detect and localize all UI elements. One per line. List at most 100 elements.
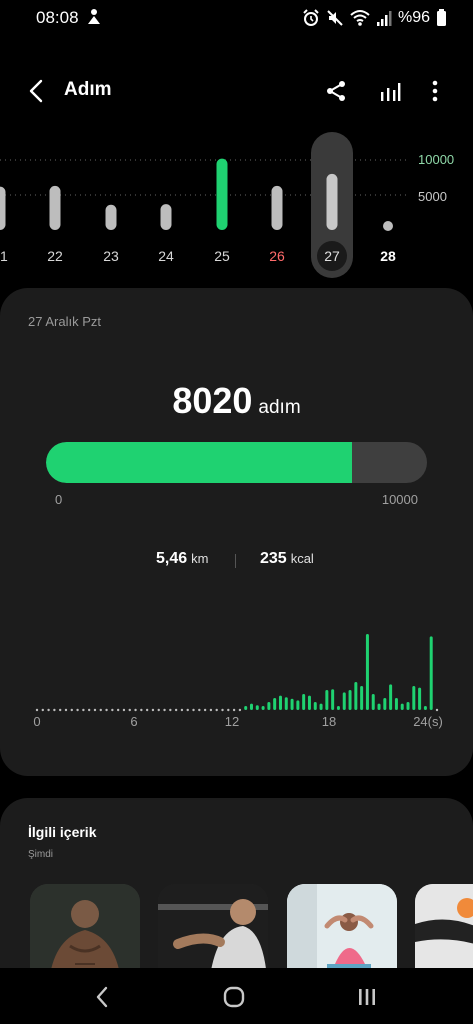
related-card-2[interactable] [158, 884, 268, 978]
recents-nav-icon [359, 989, 375, 1005]
hour-dot [174, 708, 178, 712]
more-options-button[interactable] [420, 76, 450, 106]
hour-bar [249, 703, 253, 710]
hour-bar [319, 703, 323, 710]
hour-dot [35, 708, 39, 712]
day-label-25[interactable]: 25 [202, 248, 242, 264]
related-subtitle: Şimdi [28, 849, 54, 860]
system-navigation-bar [0, 968, 473, 1024]
hour-bar [267, 702, 271, 710]
gym-man-image [158, 884, 268, 978]
hour-bar [336, 706, 340, 710]
steps-value: 8020 [172, 380, 253, 421]
nav-recents-button[interactable] [347, 982, 387, 1012]
related-card-4[interactable] [415, 884, 473, 978]
hour-bar [429, 636, 433, 710]
day-label-23[interactable]: 23 [91, 248, 131, 264]
hour-bar [284, 697, 288, 710]
distance-value: 5,46 [156, 550, 188, 567]
muscular-man-image [30, 884, 140, 978]
hour-bar [296, 700, 300, 710]
day-label-28[interactable]: 28 [368, 248, 408, 264]
hour-bar [307, 695, 311, 710]
bar-chart-icon [381, 83, 401, 101]
hour-dot [53, 708, 56, 712]
progress-min-label: 0 [55, 492, 63, 507]
hour-dot [122, 708, 126, 712]
steps-unit: adım [258, 397, 301, 418]
day-label-26[interactable]: 26 [257, 248, 297, 264]
related-content-section: İlgili içerik Şimdi [0, 798, 473, 978]
hour-bar [418, 687, 422, 710]
signal-icon [376, 11, 392, 26]
hour-axis-label: 24(s) [413, 714, 443, 729]
hour-dot [105, 708, 108, 712]
distance-stat: 5,46 km [156, 550, 208, 568]
hour-dot [82, 708, 85, 712]
hour-dot [169, 708, 172, 712]
hour-bar [313, 702, 317, 710]
related-card-1[interactable] [30, 884, 140, 978]
hour-dot [134, 708, 137, 712]
hour-bar [261, 706, 265, 710]
hour-dot [111, 708, 114, 712]
hour-dot [157, 708, 160, 712]
hour-dot [140, 708, 143, 712]
hour-dot [238, 708, 242, 712]
stats-divider [235, 554, 236, 568]
steps-progress-fill [46, 442, 352, 483]
day-bar-25 [216, 158, 228, 230]
day-label-24[interactable]: 24 [146, 248, 186, 264]
related-card-3[interactable] [287, 884, 397, 978]
hour-dot [70, 708, 73, 712]
progress-max-label: 10000 [381, 492, 418, 507]
hour-axis-label: 0 [33, 714, 41, 729]
hour-dot [435, 708, 439, 712]
hour-dot [186, 708, 189, 712]
day-label-22[interactable]: 22 [35, 248, 75, 264]
chevron-left-icon [29, 79, 43, 103]
hour-dot [93, 708, 97, 712]
nav-back-button[interactable] [82, 982, 122, 1012]
hour-dot [198, 708, 201, 712]
hour-dot [58, 708, 62, 712]
hour-bar [302, 694, 306, 710]
summary-date: 27 Aralık Pzt [28, 314, 101, 329]
hour-bar [273, 698, 277, 710]
hour-bar [244, 706, 248, 710]
day-label-21[interactable]: 21 [0, 248, 20, 264]
status-time: 08:08 [36, 8, 79, 27]
calories-stat: 235 kcal [260, 550, 314, 568]
hour-dot [87, 708, 91, 712]
hour-bar [423, 706, 427, 710]
hour-dot [64, 708, 68, 712]
plank-exercise-image [415, 884, 473, 978]
battery-percent: %96 [397, 9, 430, 26]
hour-dot [215, 708, 218, 712]
day-bar-26 [271, 185, 283, 230]
hour-dot [99, 708, 102, 712]
hourly-steps-chart: 0 6 12 18 24(s) [0, 618, 473, 748]
hour-dot [76, 708, 79, 712]
share-button[interactable] [321, 76, 351, 106]
hour-dot [227, 708, 230, 712]
back-button[interactable] [22, 76, 50, 106]
chart-view-button[interactable] [375, 76, 405, 106]
day-bar-23 [105, 204, 117, 230]
person-icon [88, 9, 100, 24]
nav-home-button[interactable] [214, 982, 254, 1012]
home-nav-icon [223, 986, 245, 1008]
stats-row: 5,46 km 235 kcal [0, 550, 473, 572]
hour-bar [377, 703, 381, 710]
hour-bar [406, 702, 410, 710]
hour-bar [389, 684, 393, 710]
hour-dot [116, 708, 120, 712]
hour-bar [394, 698, 398, 710]
hour-bar [325, 690, 329, 710]
hour-bar [365, 634, 369, 710]
hour-bar [400, 703, 404, 710]
day-label-27[interactable]: 27 [312, 248, 352, 264]
alarm-icon [303, 9, 319, 26]
mute-icon [327, 10, 343, 26]
battery-icon [437, 9, 446, 26]
